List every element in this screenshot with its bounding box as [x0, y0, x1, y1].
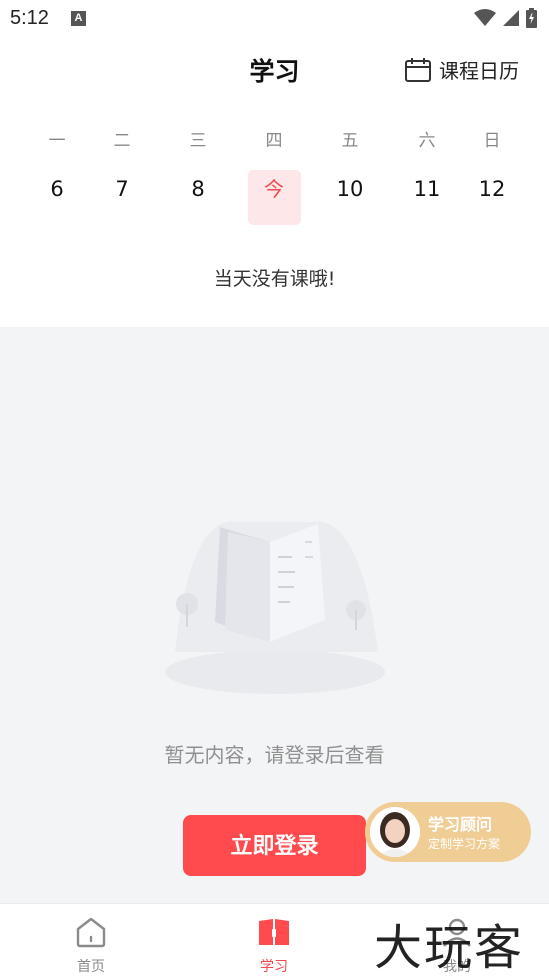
nav-home[interactable]: 首页: [46, 914, 136, 976]
weekday-label: 五: [341, 131, 359, 151]
home-icon: [76, 917, 106, 948]
signal-icon: [503, 10, 519, 26]
weekday-label: 三: [189, 131, 207, 151]
nav-study[interactable]: 学习: [229, 914, 319, 976]
empty-state-text: 暂无内容，请登录后查看: [164, 743, 385, 767]
course-calendar-button[interactable]: 课程日历: [404, 55, 519, 84]
book-icon: [259, 919, 289, 945]
day-saturday[interactable]: 六 11: [397, 126, 457, 225]
day-number: 7: [115, 177, 129, 201]
course-calendar-label: 课程日历: [439, 59, 519, 83]
day-number: 12: [478, 177, 506, 201]
day-number: 10: [336, 177, 364, 201]
day-number: 6: [50, 177, 64, 201]
header: 学习 课程日历: [0, 38, 549, 102]
weekday-label: 日: [483, 131, 501, 151]
status-bar: 5:12 A: [0, 0, 549, 38]
day-monday[interactable]: 一 6: [27, 126, 87, 225]
nav-label: 首页: [77, 959, 105, 975]
day-sunday[interactable]: 日 12: [462, 126, 522, 225]
advisor-subtitle: 定制学习方案: [428, 837, 501, 851]
status-time: 5:12: [10, 7, 49, 29]
empty-book-illustration: [165, 521, 385, 694]
day-thursday-today[interactable]: 四 今: [244, 126, 304, 225]
weekday-label: 四: [265, 131, 283, 151]
wifi-icon: [474, 9, 496, 26]
today-marker: 今: [247, 170, 301, 225]
advisor-title: 学习顾问: [428, 815, 493, 834]
notification-badge-icon: A: [71, 11, 86, 26]
weekday-label: 一: [48, 131, 66, 151]
battery-icon: [526, 8, 537, 28]
day-number: 11: [413, 177, 441, 201]
study-advisor-button[interactable]: 学习顾问 定制学习方案: [365, 802, 531, 862]
login-button[interactable]: 立即登录: [183, 815, 366, 876]
week-strip: 一 6 二 7 三 8 四 今 五 10 六 11 日 12: [0, 126, 549, 236]
weekday-label: 二: [113, 131, 131, 151]
nav-label: 学习: [260, 959, 288, 975]
weekday-label: 六: [418, 131, 436, 151]
day-number: 8: [191, 177, 205, 201]
no-class-message: 当天没有课哦!: [213, 268, 336, 290]
day-friday[interactable]: 五 10: [320, 126, 380, 225]
day-wednesday[interactable]: 三 8: [168, 126, 228, 225]
day-tuesday[interactable]: 二 7: [92, 126, 152, 225]
advisor-avatar: [370, 807, 420, 857]
watermark: 大玩客: [374, 920, 525, 976]
calendar-icon: [405, 57, 431, 82]
status-icons: [474, 8, 537, 28]
